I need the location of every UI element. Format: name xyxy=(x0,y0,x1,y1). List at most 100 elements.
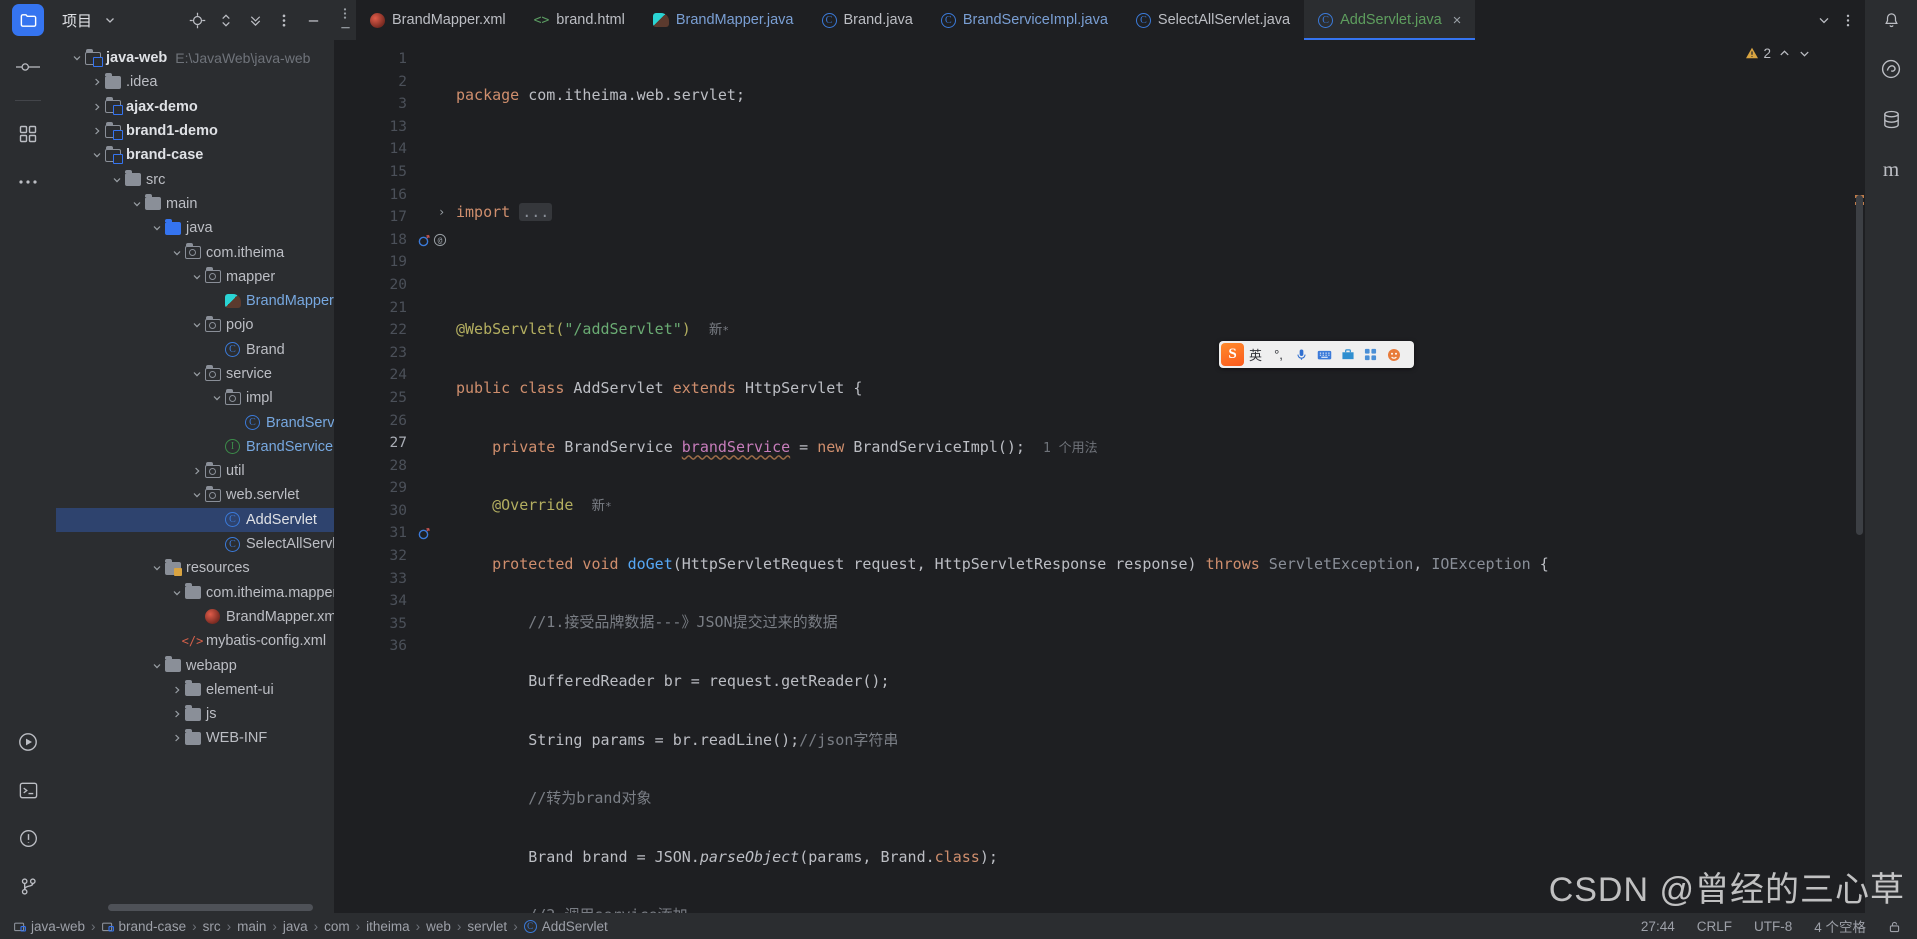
tree-row-idea[interactable]: .idea xyxy=(56,70,334,94)
tree-row-pojo[interactable]: pojo xyxy=(56,313,334,337)
ai-assistant-icon[interactable] xyxy=(1876,54,1906,84)
version-control-icon[interactable] xyxy=(13,871,43,901)
chevron-down-icon[interactable] xyxy=(150,561,164,575)
tree-row-brandmapper-xml[interactable]: BrandMapper.xml xyxy=(56,605,334,629)
terminal-icon[interactable] xyxy=(13,775,43,805)
chevron-down-icon[interactable] xyxy=(90,148,104,162)
chevron-down-icon[interactable] xyxy=(99,9,121,31)
breadcrumb-brand-case[interactable]: brand-case xyxy=(98,919,191,934)
tree-row-ajax-demo[interactable]: ajax-demo xyxy=(56,95,334,119)
chevron-right-icon[interactable] xyxy=(170,731,184,745)
chevron-down-icon[interactable] xyxy=(190,488,204,502)
structure-icon[interactable] xyxy=(13,119,43,149)
maven-icon[interactable]: m xyxy=(1876,154,1906,184)
chevron-down-icon[interactable] xyxy=(170,246,184,260)
breadcrumb-java-web[interactable]: java-web xyxy=(10,919,89,934)
chevron-down-icon[interactable] xyxy=(190,367,204,381)
tree-row-service[interactable]: service xyxy=(56,362,334,386)
tree-row-mybatis-config-xml[interactable]: </> mybatis-config.xml xyxy=(56,629,334,653)
breadcrumb-com[interactable]: com xyxy=(320,919,354,934)
chevron-down-icon[interactable] xyxy=(130,197,144,211)
sogou-ime-toolbar[interactable]: S 英 °, xyxy=(1219,341,1414,368)
chevron-right-icon[interactable] xyxy=(170,683,184,697)
breadcrumb-java[interactable]: java xyxy=(279,919,312,934)
project-view-icon[interactable] xyxy=(12,4,44,36)
editor-hide-icon[interactable] xyxy=(334,20,356,34)
breadcrumb-addservlet[interactable]: C AddServlet xyxy=(520,919,612,934)
fold-chevron-right-icon[interactable]: › xyxy=(438,201,445,224)
collapse-all-icon[interactable] xyxy=(244,9,266,31)
tab-brandmapper-xml[interactable]: BrandMapper.xml xyxy=(356,0,520,40)
expand-collapse-icon[interactable] xyxy=(215,9,237,31)
tab-brandmapper-java[interactable]: BrandMapper.java xyxy=(639,0,808,40)
tree-row-addservlet[interactable]: C AddServlet xyxy=(56,507,334,532)
tree-row-com-itheima-mapper[interactable]: com.itheima.mapper xyxy=(56,581,334,605)
tree-row-web-inf[interactable]: WEB-INF xyxy=(56,726,334,750)
lock-icon[interactable] xyxy=(1888,920,1901,933)
tree-row-web-servlet[interactable]: web.servlet xyxy=(56,483,334,507)
tree-row-js[interactable]: js xyxy=(56,702,334,726)
chevron-down-icon[interactable] xyxy=(170,586,184,600)
warning-badge[interactable]: 2 xyxy=(1745,46,1771,61)
tree-row-com-itheima[interactable]: com.itheima xyxy=(56,240,334,264)
tab-list-chevron-down-icon[interactable] xyxy=(1813,9,1835,31)
ime-mode-label[interactable]: 英 xyxy=(1244,343,1267,366)
project-tree[interactable]: java-web E:\JavaWeb\java-web .idea ajax-… xyxy=(56,40,334,913)
code-text[interactable]: package com.itheima.web.servlet; › import… xyxy=(414,40,1851,913)
chevron-right-icon[interactable] xyxy=(90,100,104,114)
commit-icon[interactable] xyxy=(13,52,43,82)
tree-row-src[interactable]: src xyxy=(56,167,334,191)
file-encoding[interactable]: UTF-8 xyxy=(1754,919,1792,934)
editor-scrollbar-thumb[interactable] xyxy=(1856,195,1863,535)
editor-scrollbar-markers[interactable] xyxy=(1851,40,1865,913)
minimize-icon[interactable] xyxy=(302,9,324,31)
scrollbar-thumb[interactable] xyxy=(108,904,313,911)
tree-row-brand[interactable]: C Brand xyxy=(56,338,334,362)
breadcrumb-web[interactable]: web xyxy=(422,919,455,934)
chevron-right-icon[interactable] xyxy=(90,75,104,89)
tree-row-webapp[interactable]: webapp xyxy=(56,653,334,677)
tree-row-brandmapper[interactable]: BrandMapper xyxy=(56,289,334,313)
prev-problem-chevron-up-icon[interactable] xyxy=(1778,47,1791,60)
tree-horizontal-scrollbar[interactable] xyxy=(108,904,334,911)
next-problem-chevron-down-icon[interactable] xyxy=(1798,47,1811,60)
apps-grid-icon[interactable] xyxy=(1359,343,1382,366)
chevron-down-icon[interactable] xyxy=(70,51,84,65)
chevron-right-icon[interactable] xyxy=(90,124,104,138)
line-separator[interactable]: CRLF xyxy=(1697,919,1732,934)
tab-addservlet-java[interactable]: C AddServlet.java × xyxy=(1304,0,1476,40)
sogou-logo-icon[interactable]: S xyxy=(1221,343,1244,366)
indent-setting[interactable]: 4 个空格 xyxy=(1814,916,1866,936)
emoji-icon[interactable] xyxy=(1382,343,1405,366)
database-icon[interactable] xyxy=(1876,104,1906,134)
tree-row-selectallservlet[interactable]: C SelectAllServlet xyxy=(56,532,334,556)
chevron-down-icon[interactable] xyxy=(110,173,124,187)
usage-hint[interactable]: 1 个用法 xyxy=(1043,441,1098,456)
line-number-gutter[interactable]: 1 2 3 13 14 15 16 17 18 @ 19 20 21 22 23… xyxy=(334,40,447,913)
tree-row-mapper[interactable]: mapper xyxy=(56,265,334,289)
chevron-down-icon[interactable] xyxy=(150,659,164,673)
tree-row-main[interactable]: main xyxy=(56,192,334,216)
chevron-right-icon[interactable] xyxy=(190,464,204,478)
folded-imports[interactable]: ... xyxy=(519,203,553,222)
tree-row-impl[interactable]: impl xyxy=(56,386,334,410)
toolbox-icon[interactable] xyxy=(1336,343,1359,366)
close-icon[interactable]: × xyxy=(1453,12,1462,29)
more-tool-windows-icon[interactable] xyxy=(13,167,43,197)
tree-row-brandservice[interactable]: I BrandService xyxy=(56,435,334,459)
tab-brandserviceimpl-java[interactable]: C BrandServiceImpl.java xyxy=(927,0,1122,40)
tab-brand-java[interactable]: C Brand.java xyxy=(808,0,927,40)
chevron-down-icon[interactable] xyxy=(210,391,224,405)
more-options-icon[interactable] xyxy=(273,9,295,31)
tab-selectallservlet-java[interactable]: C SelectAllServlet.java xyxy=(1122,0,1304,40)
breadcrumb-servlet[interactable]: servlet xyxy=(463,919,511,934)
tree-row-java-web[interactable]: java-web E:\JavaWeb\java-web xyxy=(56,46,334,70)
tree-row-brand-case[interactable]: brand-case xyxy=(56,143,334,167)
editor-more-options-icon[interactable] xyxy=(334,6,356,20)
tree-row-element-ui[interactable]: element-ui xyxy=(56,678,334,702)
tree-row-java[interactable]: java xyxy=(56,216,334,240)
caret-position[interactable]: 27:44 xyxy=(1641,919,1675,934)
bell-icon[interactable] xyxy=(1880,9,1902,31)
chevron-right-icon[interactable] xyxy=(170,707,184,721)
tree-row-brandserviceimpl[interactable]: C BrandService xyxy=(56,410,334,434)
